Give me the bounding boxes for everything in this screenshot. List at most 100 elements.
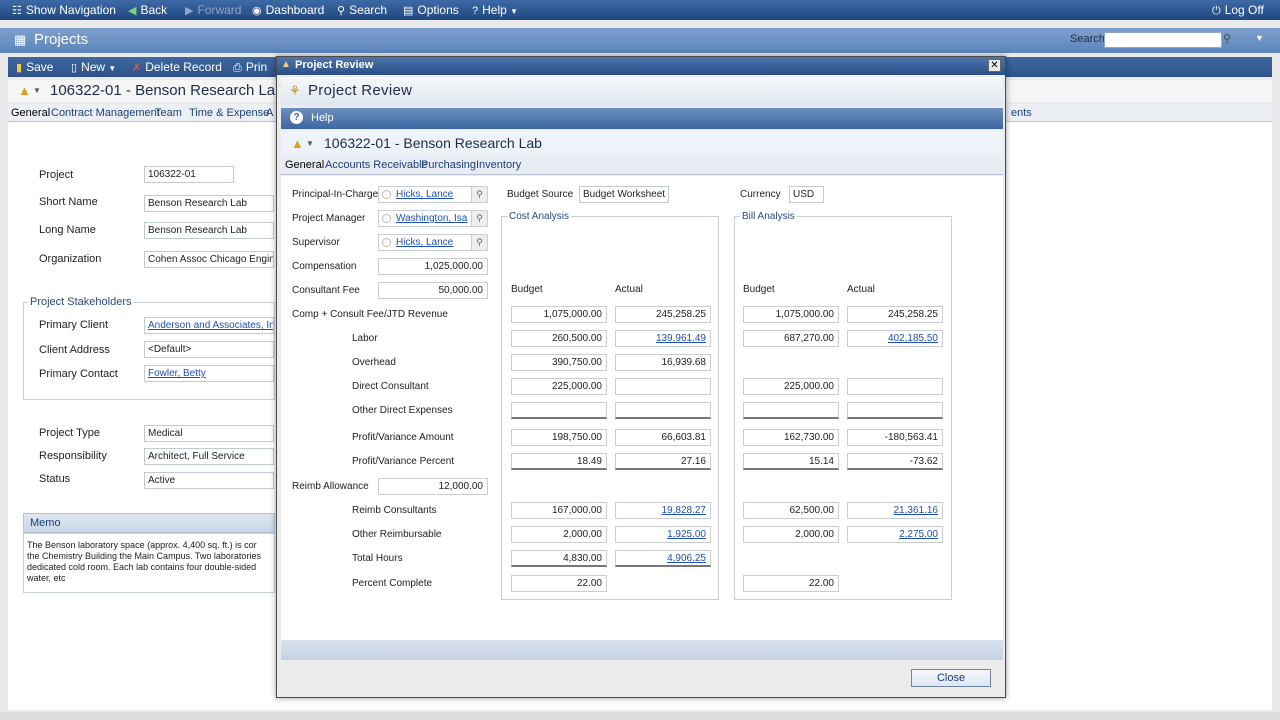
close-button[interactable]: Close (911, 669, 991, 687)
search-icon[interactable]: ⚲ (471, 211, 487, 226)
project-type-field[interactable]: Medical (144, 425, 274, 442)
primary-contact-field[interactable]: Fowler, Betty (144, 365, 274, 382)
show-navigation-button[interactable]: ☷ Show Navigation (12, 3, 116, 17)
project-field[interactable]: 106322-01 (144, 166, 234, 183)
tab-a[interactable]: A (266, 107, 273, 119)
primary-contact-link[interactable]: Fowler, Betty (148, 368, 206, 379)
cost-budget-cell[interactable]: 225,000.00 (511, 378, 607, 395)
cost-budget-cell[interactable]: 198,750.00 (511, 429, 607, 446)
tab-ents[interactable]: ents (1011, 107, 1032, 119)
project-manager-field[interactable]: Washington, Isa ⚲ (378, 210, 488, 227)
dashboard-button[interactable]: ◉ Dashboard (252, 3, 324, 17)
bill-budget-cell[interactable]: 62,500.00 (743, 502, 839, 519)
bill-budget-cell[interactable]: 2,000.00 (743, 526, 839, 543)
cost-actual-cell[interactable] (615, 402, 711, 419)
bill-budget-cell[interactable]: 1,075,000.00 (743, 306, 839, 323)
cost-budget-cell[interactable]: 22.00 (511, 575, 607, 592)
drilldown-link[interactable]: 402,185.50 (888, 333, 938, 344)
status-field[interactable]: Active (144, 472, 274, 489)
organization-field[interactable]: Cohen Assoc Chicago Enginee (144, 251, 274, 268)
new-button[interactable]: ▯ New ▼ (71, 60, 116, 74)
chevron-down-icon[interactable]: ▼ (1255, 33, 1264, 43)
cost-actual-cell[interactable]: 245,258.25 (615, 306, 711, 323)
save-button[interactable]: ▮ Save (16, 60, 53, 74)
bill-actual-cell[interactable]: 21,361.16 (847, 502, 943, 519)
responsibility-field[interactable]: Architect, Full Service (144, 448, 274, 465)
tab-accounts-receivable[interactable]: Accounts Receivable (325, 159, 428, 171)
help-menu-button[interactable]: ? Help ▼ (472, 3, 518, 17)
dialog-help-bar[interactable]: ? Help (281, 108, 1003, 129)
print-button[interactable]: ⎙ Prin (233, 60, 267, 75)
supervisor-link[interactable]: Hicks, Lance (396, 237, 453, 248)
tab-inventory[interactable]: Inventory (476, 159, 521, 171)
budget-source-field[interactable]: Budget Worksheet (579, 186, 669, 203)
bill-actual-cell[interactable] (847, 378, 943, 395)
cost-budget-cell[interactable] (511, 402, 607, 419)
primary-client-field[interactable]: Anderson and Associates, Inc (144, 317, 274, 334)
cost-budget-cell[interactable]: 4,830.00 (511, 550, 607, 567)
primary-client-link[interactable]: Anderson and Associates, Inc (148, 320, 273, 331)
bill-actual-cell[interactable]: 2,275.00 (847, 526, 943, 543)
reimb-allowance-field[interactable]: 12,000.00 (378, 478, 488, 495)
cost-budget-cell[interactable]: 390,750.00 (511, 354, 607, 371)
cost-actual-cell[interactable]: 66,603.81 (615, 429, 711, 446)
chevron-down-icon[interactable]: ▼ (33, 86, 41, 95)
search-input[interactable] (1104, 32, 1222, 48)
drilldown-link[interactable]: 1,925.00 (667, 529, 706, 540)
tab-purchasing[interactable]: Purchasing (421, 159, 476, 171)
bill-budget-cell[interactable]: 225,000.00 (743, 378, 839, 395)
dialog-title-bar[interactable]: ▲ Project Review ✕ (277, 57, 1005, 75)
cost-actual-cell[interactable]: 19,828.27 (615, 502, 711, 519)
bill-budget-cell[interactable]: 22.00 (743, 575, 839, 592)
currency-field[interactable]: USD (789, 186, 824, 203)
compensation-field[interactable]: 1,025,000.00 (378, 258, 488, 275)
bill-actual-cell[interactable]: 245,258.25 (847, 306, 943, 323)
cost-budget-cell[interactable]: 1,075,000.00 (511, 306, 607, 323)
tab-general[interactable]: General (285, 159, 324, 171)
delete-record-button[interactable]: ✗ Delete Record (132, 60, 222, 74)
close-icon[interactable]: ✕ (988, 59, 1001, 72)
long-name-field[interactable]: Benson Research Lab (144, 222, 274, 239)
client-address-field[interactable]: <Default> (144, 341, 274, 358)
cost-actual-cell[interactable] (615, 378, 711, 395)
cost-budget-cell[interactable]: 2,000.00 (511, 526, 607, 543)
memo-textarea[interactable]: The Benson laboratory space (approx. 4,4… (23, 533, 275, 593)
bill-budget-cell[interactable]: 687,270.00 (743, 330, 839, 347)
search-icon[interactable]: ⚲ (471, 235, 487, 250)
project-manager-link[interactable]: Washington, Isa (396, 213, 467, 224)
log-off-button[interactable]: ⏻ Log Off (1212, 3, 1264, 18)
bill-actual-cell[interactable] (847, 402, 943, 419)
principal-link[interactable]: Hicks, Lance (396, 189, 453, 200)
search-button[interactable]: ⚲ Search (337, 3, 387, 17)
options-button[interactable]: ▤ Options (403, 3, 459, 17)
search-icon[interactable]: ⚲ (471, 187, 487, 202)
cost-actual-cell[interactable]: 16,939.68 (615, 354, 711, 371)
cost-actual-cell[interactable]: 1,925.00 (615, 526, 711, 543)
drilldown-link[interactable]: 2,275.00 (899, 529, 938, 540)
principal-field[interactable]: Hicks, Lance ⚲ (378, 186, 488, 203)
drilldown-link[interactable]: 21,361.16 (894, 505, 939, 516)
cost-budget-cell[interactable]: 167,000.00 (511, 502, 607, 519)
back-button[interactable]: ◀ Back (128, 3, 167, 17)
bill-actual-cell[interactable]: -180,563.41 (847, 429, 943, 446)
cost-actual-cell[interactable]: 139,961.49 (615, 330, 711, 347)
cost-actual-cell[interactable]: 4,906.25 (615, 550, 711, 567)
bill-budget-cell[interactable] (743, 402, 839, 419)
cost-budget-cell[interactable]: 260,500.00 (511, 330, 607, 347)
cost-budget-cell[interactable]: 18.49 (511, 453, 607, 470)
tab-time-expense[interactable]: Time & Expense (189, 107, 269, 119)
tab-team[interactable]: Team (155, 107, 182, 119)
bill-actual-cell[interactable]: 402,185.50 (847, 330, 943, 347)
chevron-down-icon[interactable]: ▼ (306, 139, 314, 148)
supervisor-field[interactable]: Hicks, Lance ⚲ (378, 234, 488, 251)
bill-budget-cell[interactable]: 162,730.00 (743, 429, 839, 446)
tab-general[interactable]: General (11, 107, 50, 119)
bill-actual-cell[interactable]: -73.62 (847, 453, 943, 470)
cost-actual-cell[interactable]: 27.16 (615, 453, 711, 470)
bill-budget-cell[interactable]: 15.14 (743, 453, 839, 470)
drilldown-link[interactable]: 139,961.49 (656, 333, 706, 344)
tab-contract-management[interactable]: Contract Management (51, 107, 160, 119)
search-go-icon[interactable]: ⚲ (1223, 32, 1237, 48)
forward-button[interactable]: ▶ Forward (185, 3, 241, 17)
drilldown-link[interactable]: 19,828.27 (662, 505, 707, 516)
